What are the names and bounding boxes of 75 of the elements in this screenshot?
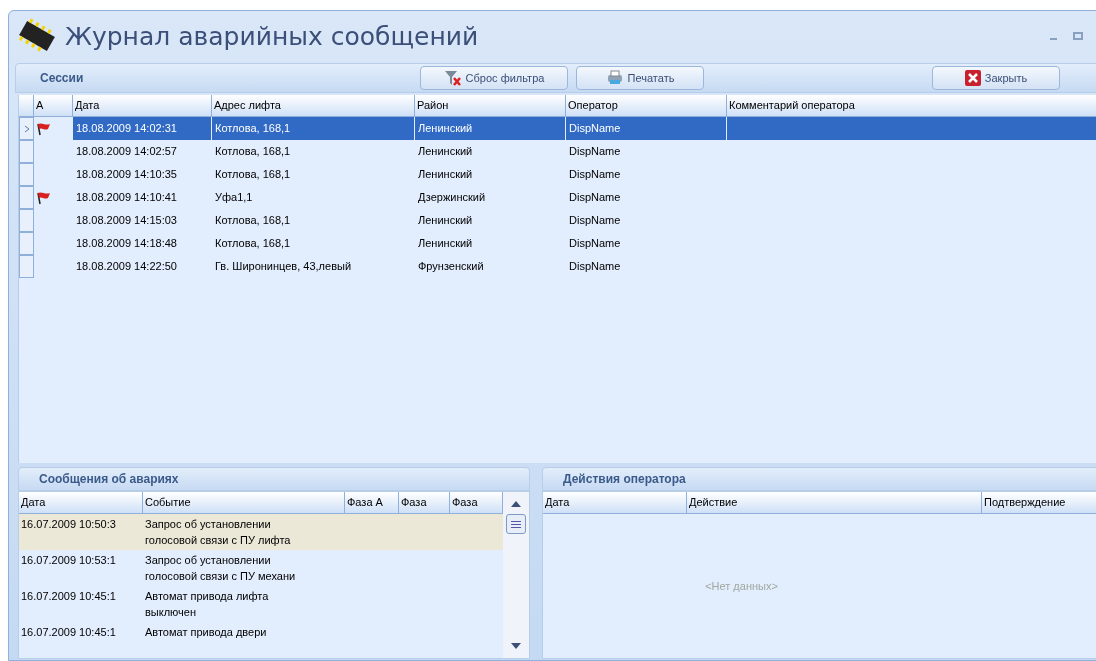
column-header[interactable]: Фаза A xyxy=(345,492,399,514)
table-cell-text: 16.07.2009 10:50:3 xyxy=(20,517,117,532)
table-cell-text: Запрос об установлении голосовой связи с ПУ лифта xyxy=(144,517,292,548)
row-header[interactable] xyxy=(19,186,34,209)
row-header[interactable] xyxy=(19,232,34,255)
column-header[interactable]: Комментарий оператора xyxy=(727,95,1096,117)
printer-icon xyxy=(605,70,624,86)
table-cell-text: 16.07.2009 10:45:1 xyxy=(20,625,117,640)
panel-title: Сессии xyxy=(40,70,85,87)
table-cell-text: DispName xyxy=(568,259,622,275)
close-icon xyxy=(964,70,981,86)
table-cell-text: Уфа1,1 xyxy=(214,190,254,206)
column-header[interactable]: А xyxy=(34,95,73,117)
column-header[interactable]: Адрес лифта xyxy=(212,95,415,117)
table-cell-text: 16.07.2009 10:45:1 xyxy=(20,589,117,604)
column-header[interactable]: Дата xyxy=(19,492,143,514)
table-cell-text: DispName xyxy=(568,190,622,206)
table-cell-text: 18.08.2009 14:02:57 xyxy=(75,144,178,160)
table-cell-text: DispName xyxy=(568,213,622,229)
table-cell-text: Котлова, 168,1 xyxy=(214,236,292,252)
column-header[interactable]: Фаза xyxy=(399,492,450,514)
table-cell-text: 18.08.2009 14:22:50 xyxy=(75,259,178,275)
table-cell-text: Ленинский xyxy=(417,236,474,252)
table-cell-text: 18.08.2009 14:15:03 xyxy=(75,213,178,229)
scrollbar[interactable] xyxy=(503,492,529,658)
table-cell-text: Фрунзенский xyxy=(417,259,485,275)
header-corner xyxy=(19,95,34,117)
column-header[interactable]: Оператор xyxy=(566,95,727,117)
table-cell-text: DispName xyxy=(568,236,622,252)
filter-icon xyxy=(443,70,462,86)
print-button[interactable]: Печатать xyxy=(576,66,704,90)
table-cell: Котлова, 168,1 xyxy=(212,117,415,140)
scroll-down-icon[interactable] xyxy=(510,642,522,650)
table-cell-text: DispName xyxy=(568,167,622,183)
table-cell-text: Гв. Широнинцев, 43,левый xyxy=(214,259,353,275)
panel-title: Действия оператора xyxy=(542,467,1096,491)
table-cell: 18.08.2009 14:02:31 xyxy=(73,117,212,140)
column-header[interactable]: Фаза xyxy=(450,492,503,514)
table-cell-text: DispName xyxy=(568,144,622,160)
window-title: Журнал аварийных сообщений xyxy=(65,23,479,49)
column-header[interactable]: Событие xyxy=(143,492,345,514)
table-cell-text: Автомат привода двери xyxy=(144,625,268,640)
table-cell-text: Ленинский xyxy=(417,167,474,183)
table-cell-text: Котлова, 168,1 xyxy=(214,167,292,183)
row-header[interactable] xyxy=(19,255,34,278)
row-header[interactable] xyxy=(19,163,34,186)
scroll-up-icon[interactable] xyxy=(510,500,522,508)
row-header[interactable] xyxy=(19,209,34,232)
panel-title: Сообщения об авариях xyxy=(18,467,530,491)
row-header[interactable] xyxy=(19,140,34,163)
scroll-thumb[interactable] xyxy=(506,514,526,534)
table-cell-text: 18.08.2009 14:18:48 xyxy=(75,236,178,252)
table-cell-text: Котлова, 168,1 xyxy=(214,144,292,160)
column-header[interactable]: Подтверждение xyxy=(982,492,1096,514)
column-header[interactable]: Действие xyxy=(687,492,982,514)
table-cell-text: Дзержинский xyxy=(417,190,487,206)
column-header[interactable]: Дата xyxy=(543,492,687,514)
table-cell: Ленинский xyxy=(415,117,566,140)
column-header[interactable]: Дата xyxy=(73,95,212,117)
table-cell-text: Ленинский xyxy=(417,213,474,229)
table-cell-text: 16.07.2009 10:53:1 xyxy=(20,553,117,568)
reset-filter-button[interactable]: Сброс фильтра xyxy=(420,66,568,90)
empty-message: <Нет данных> xyxy=(705,578,778,594)
maximize-icon[interactable] xyxy=(1073,31,1083,41)
table-cell-text: 18.08.2009 14:10:41 xyxy=(75,190,178,206)
table-cell: DispName xyxy=(566,117,727,140)
chevron-icon xyxy=(23,124,30,133)
table-cell-text: Запрос об установлении голосовой связи с ПУ механи xyxy=(144,553,297,584)
table-cell-text: 18.08.2009 14:10:35 xyxy=(75,167,178,183)
row-header[interactable] xyxy=(19,117,34,140)
table-cell-text: Ленинский xyxy=(417,144,474,160)
column-header[interactable]: Район xyxy=(415,95,566,117)
table-cell-text: Автомат привода лифта выключен xyxy=(144,589,270,620)
close-button[interactable]: Закрыть xyxy=(932,66,1060,90)
table-cell-text: Котлова, 168,1 xyxy=(214,213,292,229)
